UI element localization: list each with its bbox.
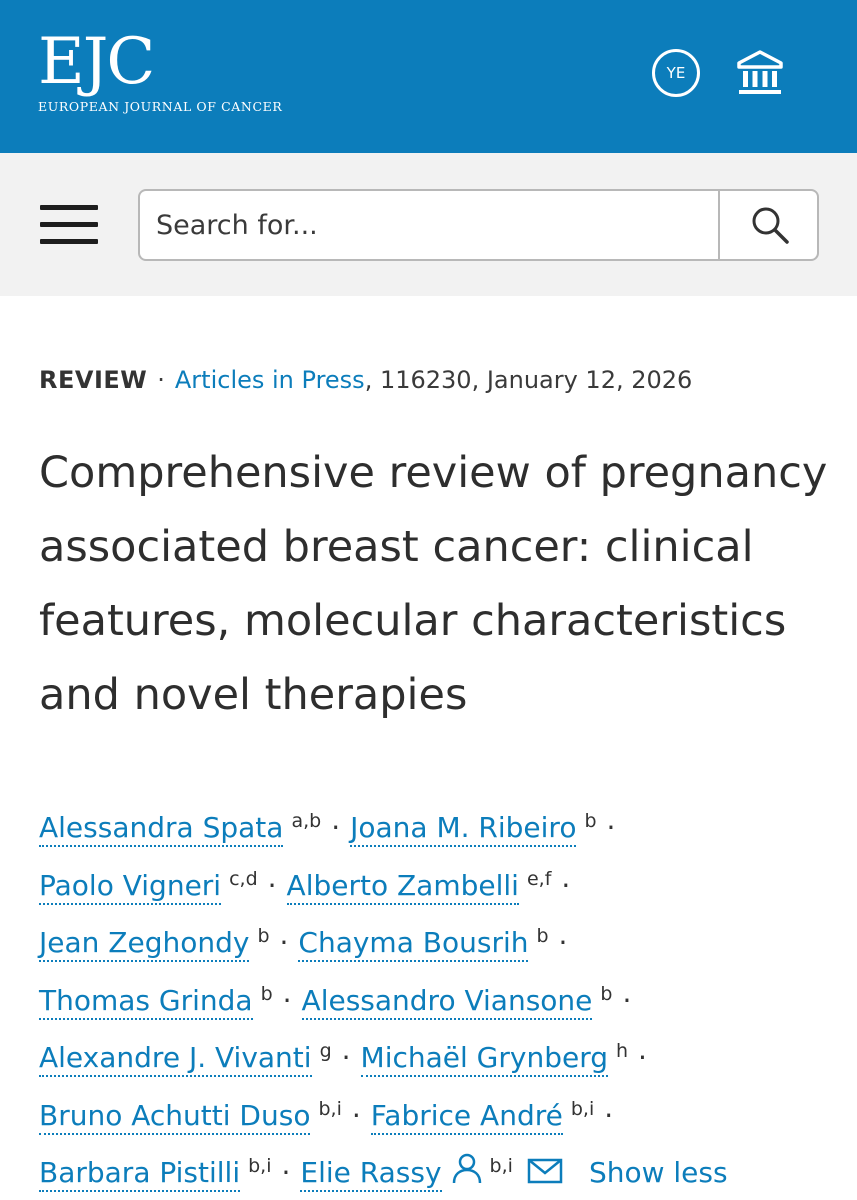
author-affiliation[interactable]: b	[257, 925, 269, 947]
author-separator: ·	[351, 1098, 361, 1132]
person-icon[interactable]	[452, 1152, 482, 1198]
search-bar	[0, 153, 857, 296]
search-box	[138, 189, 819, 261]
author-line: Barbara Pistilli b,i · Elie Rassy b,i Show le…	[39, 1143, 829, 1200]
author-affiliation[interactable]: b	[261, 983, 273, 1005]
site-header: EJC EUROPEAN JOURNAL OF CANCER YE	[0, 0, 857, 153]
author-separator: ·	[281, 1156, 291, 1189]
author-separator: ·	[604, 1098, 614, 1132]
author-affiliation[interactable]: b,i	[571, 1098, 594, 1120]
user-initials: YE	[666, 64, 686, 82]
author-name[interactable]: Joana M. Ribeiro	[350, 811, 577, 847]
author-separator: ·	[558, 926, 568, 959]
author-affiliation[interactable]: c,d	[229, 868, 258, 890]
author-name[interactable]: Barbara Pistilli	[39, 1156, 241, 1192]
author-affiliation[interactable]: b,i	[248, 1155, 271, 1177]
author-line: Bruno Achutti Duso b,i · Fabrice André b,i ·	[39, 1086, 829, 1144]
author-line: Alessandra Spata a,b · Joana M. Ribeiro b ·	[39, 798, 829, 856]
logo-subtitle: EUROPEAN JOURNAL OF CANCER	[38, 99, 283, 114]
author-name[interactable]: Alexandre J. Vivanti	[39, 1041, 312, 1077]
author-separator: ·	[638, 1041, 647, 1074]
author-separator: ·	[279, 926, 289, 959]
author-separator: ·	[331, 811, 341, 844]
author-list: Alessandra Spata a,b · Joana M. Ribeiro b · P…	[39, 798, 829, 1200]
article-meta-details: , 116230, January 12, 2026	[364, 366, 693, 394]
author-name[interactable]: Michaël Grynberg	[360, 1041, 608, 1077]
author-affiliation[interactable]: a,b	[291, 810, 321, 832]
author-separator: ·	[622, 983, 632, 1017]
author-separator: ·	[341, 1041, 351, 1074]
author-affiliation[interactable]: g	[320, 1040, 332, 1062]
author-affiliation[interactable]: e,f	[527, 868, 551, 890]
author-separator: ·	[282, 983, 292, 1017]
author-name[interactable]: Thomas Grinda	[39, 983, 253, 1020]
author-separator: ·	[606, 811, 616, 844]
author-affiliation[interactable]: h	[616, 1040, 628, 1062]
logo-main-text: EJC	[38, 25, 155, 99]
email-icon[interactable]	[527, 1152, 563, 1198]
author-affiliation[interactable]: b	[536, 925, 548, 947]
author-name[interactable]: Bruno Achutti Duso	[39, 1098, 311, 1135]
author-name[interactable]: Alessandra Spata	[39, 811, 284, 847]
article-type: REVIEW	[39, 366, 148, 394]
user-avatar-button[interactable]: YE	[652, 49, 700, 97]
author-line: Alexandre J. Vivanti g · Michaël Grynberg h ·	[39, 1028, 829, 1086]
author-name[interactable]: Alessandro Viansone	[301, 983, 593, 1020]
author-name[interactable]: Jean Zeghondy	[39, 926, 250, 962]
search-input[interactable]	[140, 191, 718, 259]
author-line: Jean Zeghondy b · Chayma Bousrih b ·	[39, 913, 829, 971]
author-line: Paolo Vigneri c,d · Alberto Zambelli e,f ·	[39, 856, 829, 914]
author-separator: ·	[561, 868, 571, 902]
author-affiliation[interactable]: b,i	[318, 1098, 341, 1120]
author-name[interactable]: Elie Rassy	[300, 1156, 442, 1192]
author-affiliation[interactable]: b,i	[490, 1155, 513, 1177]
article-meta: REVIEW · Articles in Press, 116230, Januar…	[39, 366, 692, 394]
author-line: Thomas Grinda b · Alessandro Viansone b ·	[39, 971, 829, 1029]
author-separator: ·	[267, 868, 277, 902]
author-name[interactable]: Alberto Zambelli	[286, 868, 519, 905]
article-title: Comprehensive review of pregnancy associ…	[39, 448, 828, 720]
issue-link[interactable]: Articles in Press	[175, 366, 365, 394]
meta-separator: ·	[157, 366, 165, 394]
show-less-link[interactable]: Show less	[589, 1156, 728, 1189]
author-name[interactable]: Fabrice André	[370, 1098, 563, 1135]
author-name[interactable]: Chayma Bousrih	[298, 926, 529, 962]
author-name[interactable]: Paolo Vigneri	[39, 868, 222, 905]
journal-logo[interactable]: EJC EUROPEAN JOURNAL OF CANCER	[38, 30, 282, 114]
hamburger-menu-icon[interactable]	[40, 203, 98, 247]
author-affiliation[interactable]: b	[600, 983, 612, 1005]
author-affiliation[interactable]: b	[584, 810, 596, 832]
search-icon	[752, 207, 789, 244]
search-button[interactable]	[720, 191, 819, 259]
institution-icon[interactable]	[737, 49, 783, 97]
